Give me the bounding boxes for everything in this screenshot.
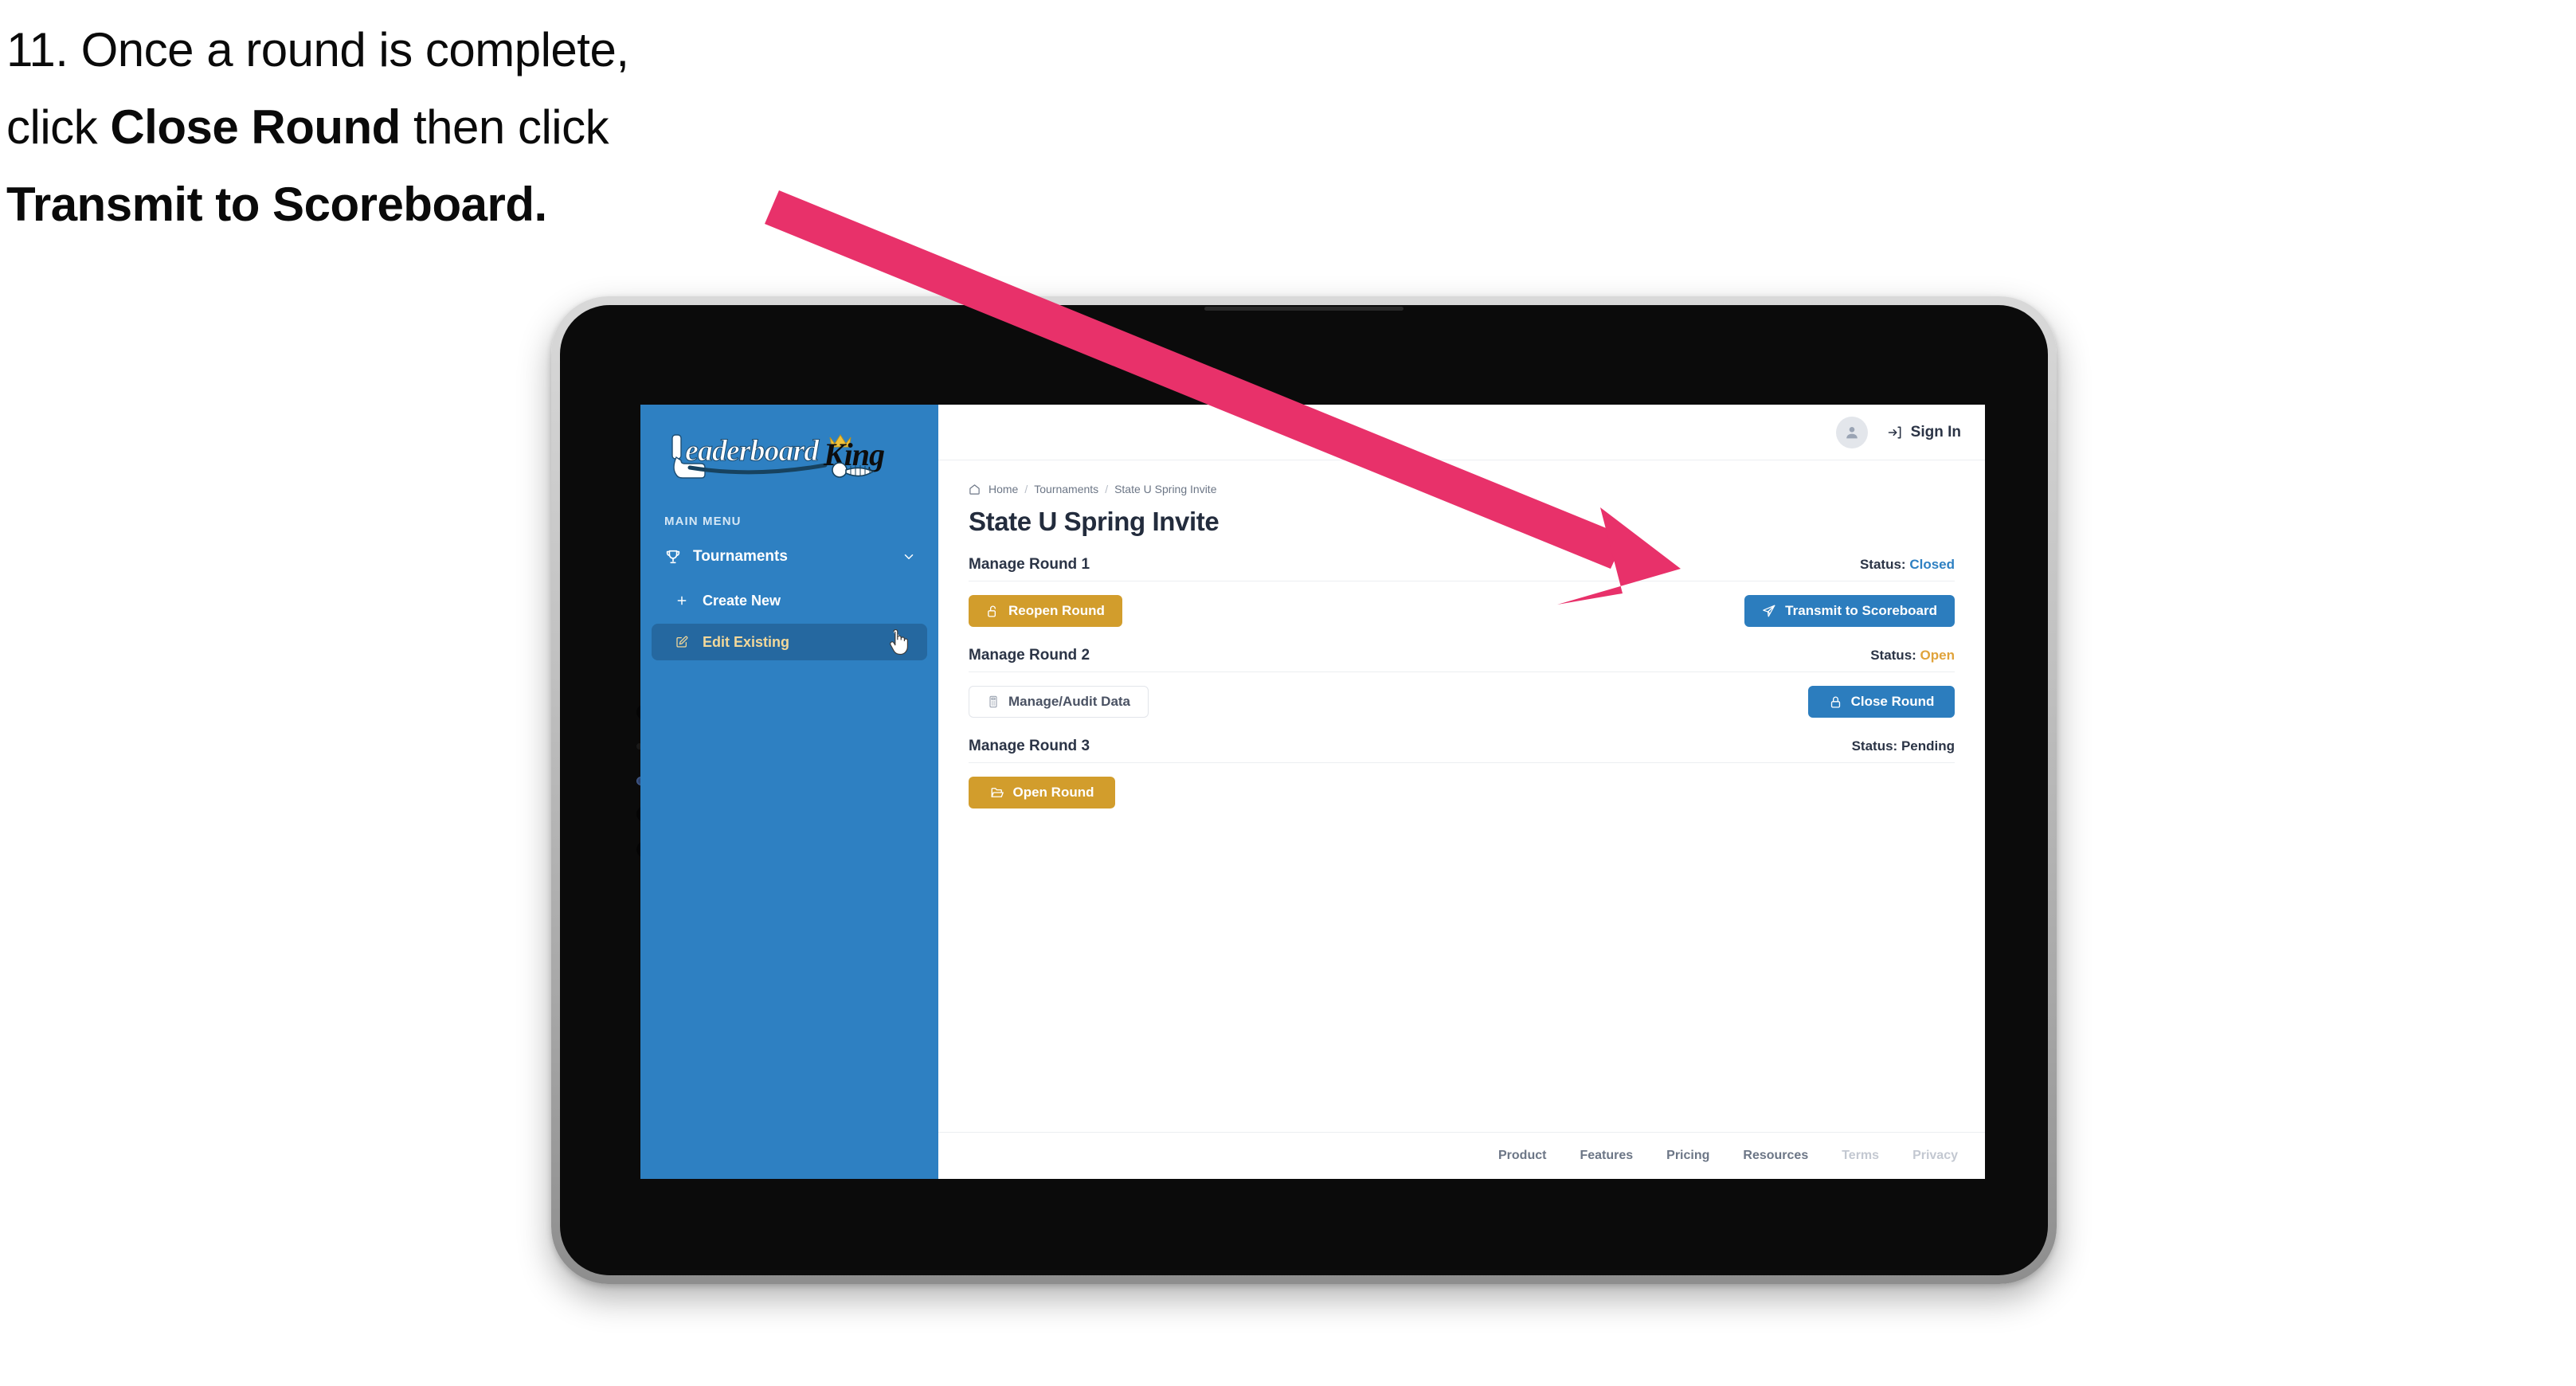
status-value-1: Closed [1909, 557, 1955, 572]
edit-pencil-icon [672, 636, 691, 648]
home-icon [969, 484, 981, 495]
app-content: Home / Tournaments / State U Spring Invi… [938, 460, 1985, 1132]
round-header-2: Manage Round 2 Status: Open [969, 647, 1955, 672]
close-round-label: Close Round [1850, 694, 1935, 709]
app-sidebar: eaderboard King MAIN MENU Tournaments Cr… [640, 405, 938, 1179]
sidebar-item-tournaments[interactable]: Tournaments [652, 536, 927, 578]
lock-icon [1829, 695, 1842, 709]
breadcrumb-item-tournaments[interactable]: Tournaments [1034, 483, 1098, 495]
round-header-1: Manage Round 1 Status: Closed [969, 556, 1955, 581]
status-label-1: Status: [1859, 557, 1906, 572]
caption-line-2-plain-a: click [6, 100, 111, 155]
footer-link-privacy[interactable]: Privacy [1912, 1149, 1958, 1163]
round-title-2: Manage Round 2 [969, 647, 1090, 664]
svg-text:eaderboard: eaderboard [685, 434, 820, 468]
round-title-3: Manage Round 3 [969, 738, 1090, 754]
status-label-3: Status: [1851, 738, 1898, 754]
footer-link-features[interactable]: Features [1580, 1149, 1633, 1163]
breadcrumb: Home / Tournaments / State U Spring Invi… [969, 483, 1955, 495]
reopen-round-button[interactable]: Reopen Round [969, 595, 1122, 627]
app-main-panel: Sign In Home / Tournaments / State U Spr… [938, 405, 1985, 1179]
sidebar-section-label: MAIN MENU [664, 515, 742, 528]
round-block-1: Manage Round 1 Status: Closed Reopen Rou… [969, 556, 1955, 628]
status-badge-3: Status: Pending [1852, 738, 1955, 754]
sidebar-item-edit-existing-label: Edit Existing [703, 633, 790, 650]
transmit-to-scoreboard-label: Transmit to Scoreboard [1785, 603, 1937, 618]
round-actions-3: Open Round [969, 776, 1955, 809]
caption-line-3: Transmit to Scoreboard. [6, 178, 547, 232]
caption-line-2: click Close Round then click [6, 88, 851, 166]
calculator-icon [987, 695, 1000, 708]
open-round-button[interactable]: Open Round [969, 777, 1115, 808]
folder-open-icon [990, 785, 1004, 800]
tablet-device-frame: eaderboard King MAIN MENU Tournaments Cr… [551, 296, 2057, 1284]
paper-plane-icon [1762, 604, 1776, 618]
breadcrumb-item-home[interactable]: Home [989, 483, 1018, 495]
sign-in-label: Sign In [1910, 423, 1961, 440]
tablet-speaker-grille [1204, 307, 1403, 311]
sign-in-button[interactable]: Sign In [1887, 424, 1961, 441]
chevron-down-icon[interactable] [902, 550, 916, 564]
status-badge-2: Status: Open [1870, 648, 1955, 664]
plus-icon [672, 594, 691, 607]
sidebar-item-tournaments-label: Tournaments [693, 548, 788, 565]
user-avatar-icon[interactable] [1835, 416, 1868, 448]
breadcrumb-separator-1: / [1024, 483, 1028, 495]
open-round-label: Open Round [1012, 785, 1094, 800]
round-title-1: Manage Round 1 [969, 556, 1090, 573]
caption-line-2-bold: Close Round [110, 100, 401, 155]
status-value-2: Open [1920, 648, 1955, 663]
sidebar-item-create-new-label: Create New [703, 592, 781, 609]
sign-in-arrow-icon [1887, 425, 1903, 440]
transmit-to-scoreboard-button[interactable]: Transmit to Scoreboard [1744, 595, 1955, 627]
manage-audit-data-label: Manage/Audit Data [1008, 694, 1131, 709]
footer-link-pricing[interactable]: Pricing [1666, 1149, 1709, 1163]
app-topbar: Sign In [938, 405, 1985, 460]
status-badge-1: Status: Closed [1860, 557, 1955, 573]
sidebar-item-create-new[interactable]: Create New [652, 582, 927, 619]
close-round-button[interactable]: Close Round [1808, 686, 1955, 718]
footer-link-terms[interactable]: Terms [1842, 1149, 1879, 1163]
svg-text:King: King [823, 437, 884, 472]
trophy-icon [663, 548, 683, 566]
tablet-screen: eaderboard King MAIN MENU Tournaments Cr… [640, 405, 1985, 1179]
app-footer: Product Features Pricing Resources Terms… [938, 1132, 1985, 1179]
round-block-2: Manage Round 2 Status: Open Manage/Audit… [969, 647, 1955, 718]
mouse-pointer-hand-cursor [886, 628, 910, 656]
page-title: State U Spring Invite [969, 507, 1219, 536]
status-value-3: Pending [1901, 738, 1955, 754]
round-header-3: Manage Round 3 Status: Pending [969, 738, 1955, 763]
tablet-bezel: eaderboard King MAIN MENU Tournaments Cr… [560, 305, 2048, 1275]
reopen-round-label: Reopen Round [1008, 603, 1105, 618]
breadcrumb-separator-2: / [1105, 483, 1109, 495]
leaderboardking-logo-icon: eaderboard King [671, 433, 885, 479]
breadcrumb-item-current: State U Spring Invite [1114, 483, 1217, 495]
status-label-2: Status: [1870, 648, 1916, 663]
round-actions-2: Manage/Audit Data Close Round [969, 685, 1955, 718]
app-logo[interactable]: eaderboard King [640, 405, 938, 497]
footer-link-product[interactable]: Product [1498, 1149, 1546, 1163]
round-block-3: Manage Round 3 Status: Pending Open Roun… [969, 738, 1955, 809]
unlock-icon [986, 605, 1000, 618]
instruction-caption: 11. Once a round is complete, click Clos… [6, 11, 851, 244]
caption-line-1: 11. Once a round is complete, [6, 23, 629, 76]
manage-audit-data-button[interactable]: Manage/Audit Data [969, 686, 1149, 718]
round-actions-1: Reopen Round Transmit to Scoreboard [969, 594, 1955, 628]
caption-line-2-plain-b: then click [400, 100, 609, 155]
footer-link-resources[interactable]: Resources [1743, 1149, 1808, 1163]
